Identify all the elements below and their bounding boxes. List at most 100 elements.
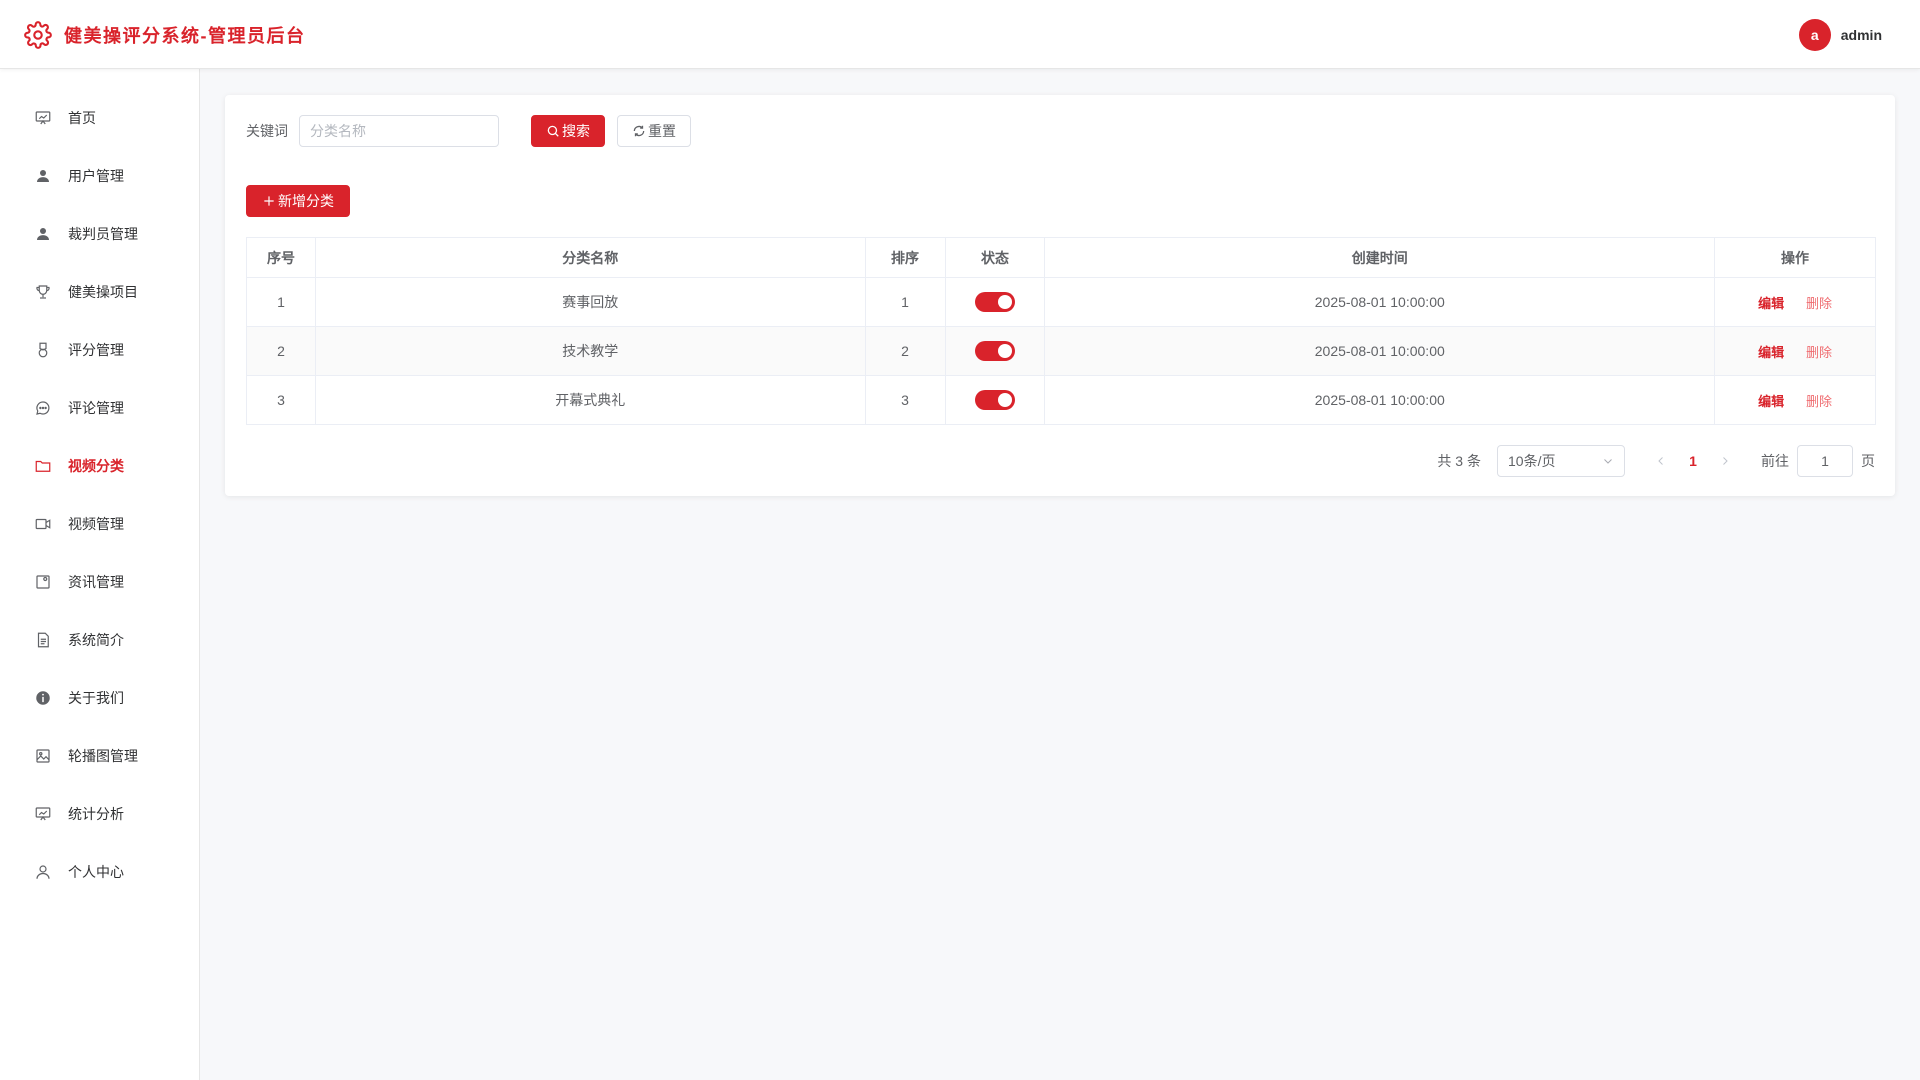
cell-actions: 编辑 删除 xyxy=(1714,375,1876,425)
cell-index: 1 xyxy=(246,277,316,327)
pagination: 共 3 条 10条/页 1 前往 页 xyxy=(1437,445,1875,477)
delete-button[interactable]: 删除 xyxy=(1806,296,1832,311)
sidebar-item-label: 视频管理 xyxy=(68,516,124,532)
sidebar-item-label: 个人中心 xyxy=(68,864,124,880)
prev-page-button[interactable] xyxy=(1645,445,1677,477)
user-icon xyxy=(34,225,52,243)
sidebar-item-label: 关于我们 xyxy=(68,690,124,706)
cell-created: 2025-08-01 10:00:00 xyxy=(1044,326,1716,376)
add-category-button[interactable]: 新增分类 xyxy=(246,185,350,217)
edit-button[interactable]: 编辑 xyxy=(1758,296,1784,311)
user-menu[interactable]: a admin xyxy=(1798,19,1882,51)
status-toggle[interactable] xyxy=(975,390,1015,410)
medal-icon xyxy=(34,341,52,359)
goto-page-input[interactable] xyxy=(1797,445,1853,477)
search-button-label: 搜索 xyxy=(562,123,590,139)
category-table: 序号 分类名称 排序 状态 创建时间 操作 1 赛事回放 1 2025-08-0… xyxy=(246,237,1876,425)
gear-icon xyxy=(24,21,52,49)
cell-actions: 编辑 删除 xyxy=(1714,326,1876,376)
sidebar: 首页 用户管理 裁判员管理 健美操项目 评分管理 评论管理 视频分类 视频管理 … xyxy=(0,69,200,1080)
add-category-label: 新增分类 xyxy=(278,193,334,209)
table-row: 1 赛事回放 1 2025-08-01 10:00:00 编辑 删除 xyxy=(246,277,1876,327)
sidebar-item-scores[interactable]: 评分管理 xyxy=(0,321,199,379)
search-form: 关键词 搜索 重置 xyxy=(246,115,691,147)
keyword-label: 关键词 xyxy=(246,123,288,139)
cell-created: 2025-08-01 10:00:00 xyxy=(1044,277,1716,327)
sidebar-item-judges[interactable]: 裁判员管理 xyxy=(0,205,199,263)
cell-sort: 2 xyxy=(864,326,946,376)
cell-index: 2 xyxy=(246,326,316,376)
data-board-icon xyxy=(34,805,52,823)
status-toggle[interactable] xyxy=(975,341,1015,361)
user-outline-icon xyxy=(34,863,52,881)
plus-icon xyxy=(264,196,274,206)
search-icon xyxy=(547,125,559,137)
sidebar-item-label: 评论管理 xyxy=(68,400,124,416)
column-header: 操作 xyxy=(1714,237,1876,278)
column-header: 排序 xyxy=(864,237,946,278)
next-page-button[interactable] xyxy=(1709,445,1741,477)
sidebar-item-video-categories[interactable]: 视频分类 xyxy=(0,437,199,495)
column-header: 序号 xyxy=(246,237,316,278)
goto-label: 前往 xyxy=(1761,453,1789,469)
cell-name: 开幕式典礼 xyxy=(314,375,866,425)
news-icon xyxy=(34,573,52,591)
sidebar-item-label: 系统简介 xyxy=(68,632,124,648)
sidebar-item-label: 统计分析 xyxy=(68,806,124,822)
edit-button[interactable]: 编辑 xyxy=(1758,394,1784,409)
chat-icon xyxy=(34,399,52,417)
cell-status xyxy=(944,277,1046,327)
delete-button[interactable]: 删除 xyxy=(1806,394,1832,409)
sidebar-item-videos[interactable]: 视频管理 xyxy=(0,495,199,553)
pagination-total: 共 3 条 xyxy=(1437,453,1481,469)
sidebar-item-profile[interactable]: 个人中心 xyxy=(0,843,199,901)
reset-button[interactable]: 重置 xyxy=(617,115,691,147)
table-header-row: 序号 分类名称 排序 状态 创建时间 操作 xyxy=(246,237,1876,278)
cell-sort: 3 xyxy=(864,375,946,425)
picture-icon xyxy=(34,747,52,765)
chevron-right-icon xyxy=(1723,457,1728,465)
sidebar-item-home[interactable]: 首页 xyxy=(0,89,199,147)
edit-button[interactable]: 编辑 xyxy=(1758,345,1784,360)
document-icon xyxy=(34,631,52,649)
cell-index: 3 xyxy=(246,375,316,425)
app-title: 健美操评分系统-管理员后台 xyxy=(64,26,306,46)
table-row: 3 开幕式典礼 3 2025-08-01 10:00:00 编辑 删除 xyxy=(246,375,1876,425)
sidebar-item-statistics[interactable]: 统计分析 xyxy=(0,785,199,843)
search-button[interactable]: 搜索 xyxy=(531,115,605,147)
sidebar-item-comments[interactable]: 评论管理 xyxy=(0,379,199,437)
username[interactable]: admin xyxy=(1841,27,1882,43)
sidebar-item-label: 资讯管理 xyxy=(68,574,124,590)
cell-name: 赛事回放 xyxy=(314,277,866,327)
user-icon xyxy=(34,167,52,185)
sidebar-item-news[interactable]: 资讯管理 xyxy=(0,553,199,611)
sidebar-item-label: 评分管理 xyxy=(68,342,124,358)
column-header: 创建时间 xyxy=(1044,237,1716,278)
sidebar-item-carousel[interactable]: 轮播图管理 xyxy=(0,727,199,785)
sidebar-item-projects[interactable]: 健美操项目 xyxy=(0,263,199,321)
column-header: 分类名称 xyxy=(314,237,866,278)
sidebar-item-label: 轮播图管理 xyxy=(68,748,138,764)
page-size-select[interactable]: 10条/页 xyxy=(1497,445,1625,477)
page-suffix: 页 xyxy=(1861,453,1875,469)
chevron-down-icon xyxy=(1604,459,1612,464)
keyword-input[interactable] xyxy=(299,115,499,147)
sidebar-item-about[interactable]: 关于我们 xyxy=(0,669,199,727)
sidebar-item-users[interactable]: 用户管理 xyxy=(0,147,199,205)
column-header: 状态 xyxy=(944,237,1046,278)
sidebar-item-system-intro[interactable]: 系统简介 xyxy=(0,611,199,669)
sidebar-item-label: 用户管理 xyxy=(68,168,124,184)
delete-button[interactable]: 删除 xyxy=(1806,345,1832,360)
page-size-value: 10条/页 xyxy=(1508,453,1556,469)
video-camera-icon xyxy=(34,515,52,533)
folder-icon xyxy=(34,457,52,475)
table-row: 2 技术教学 2 2025-08-01 10:00:00 编辑 删除 xyxy=(246,326,1876,376)
chevron-left-icon xyxy=(1658,457,1663,465)
top-header: 健美操评分系统-管理员后台 a admin xyxy=(0,0,1920,69)
avatar[interactable]: a xyxy=(1798,19,1831,51)
trophy-icon xyxy=(34,283,52,301)
page-number-current[interactable]: 1 xyxy=(1677,453,1709,469)
status-toggle[interactable] xyxy=(975,292,1015,312)
info-icon xyxy=(34,689,52,707)
sidebar-item-label: 健美操项目 xyxy=(68,284,138,300)
